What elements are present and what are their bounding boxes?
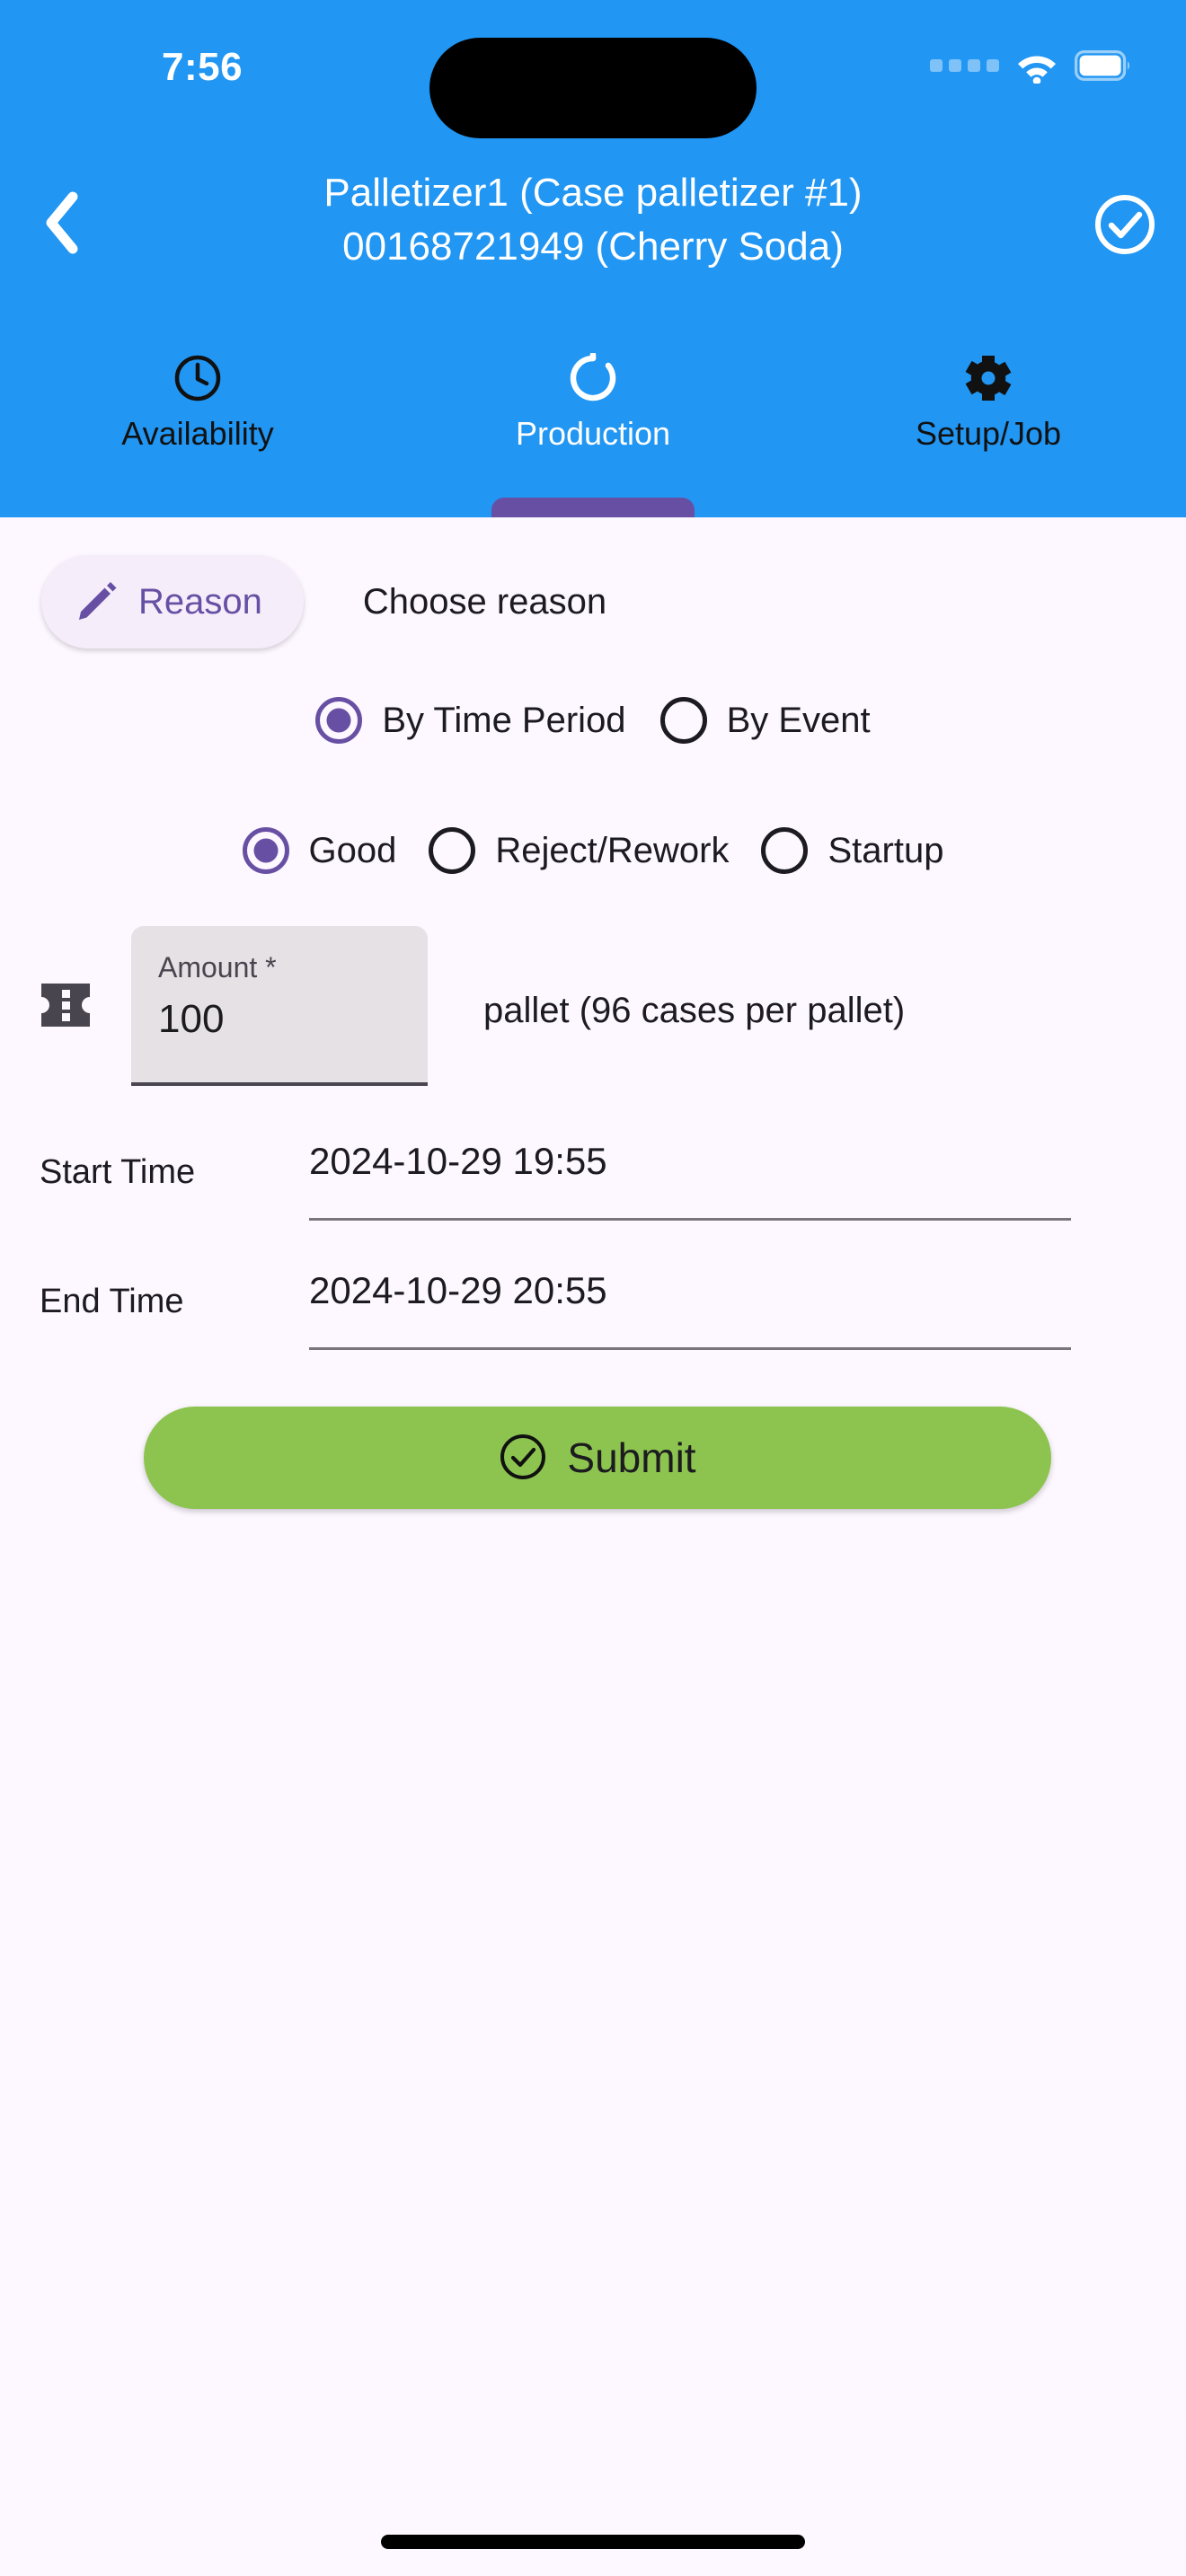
choose-reason-text: Choose reason <box>362 581 607 622</box>
radio-indicator <box>659 697 707 744</box>
status-bar-clock: 7:56 <box>162 45 243 89</box>
submit-button[interactable]: Submit <box>144 1407 1051 1509</box>
reason-row: Reason Choose reason <box>41 555 606 648</box>
radio-by-event[interactable]: By Event <box>659 697 871 744</box>
back-button[interactable] <box>27 189 95 257</box>
radio-label-reject-rework: Reject/Rework <box>495 830 730 870</box>
radio-label-startup: Startup <box>828 830 944 870</box>
battery-full-icon <box>1075 50 1129 81</box>
cellular-dots-icon <box>930 59 999 72</box>
reason-chip-label: Reason <box>138 581 262 622</box>
start-time-row: Start Time 2024-10-29 19:55 <box>0 1137 1186 1221</box>
refresh-loading-icon <box>568 352 618 404</box>
confirm-button[interactable] <box>1091 190 1159 259</box>
radio-good[interactable]: Good <box>242 827 397 874</box>
home-indicator <box>381 2535 805 2549</box>
pencil-icon <box>74 578 119 627</box>
radio-indicator <box>242 827 289 874</box>
radio-indicator <box>315 697 363 744</box>
radio-by-time-period[interactable]: By Time Period <box>315 697 626 744</box>
tab-label-setup-job: Setup/Job <box>915 415 1062 452</box>
status-bar-indicators <box>930 43 1132 88</box>
tab-label-production: Production <box>515 415 671 452</box>
tab-bar: Availability Production Setup/Job <box>0 341 1186 517</box>
end-time-value: 2024-10-29 20:55 <box>309 1269 607 1311</box>
radio-label-by-event: By Event <box>726 700 871 740</box>
end-time-field[interactable]: 2024-10-29 20:55 <box>309 1266 1071 1350</box>
radio-label-good: Good <box>308 830 397 870</box>
submit-button-label: Submit <box>567 1434 696 1481</box>
page-title-line-2: 00168721949 (Cherry Soda) <box>342 225 844 269</box>
tab-label-availability: Availability <box>121 415 274 452</box>
tab-availability[interactable]: Availability <box>0 341 395 517</box>
clock-icon <box>173 352 223 404</box>
amount-row: Amount * 100 pallet (96 cases per pallet… <box>0 926 1186 1086</box>
end-time-label: End Time <box>40 1283 184 1320</box>
amount-unit-text: pallet (96 cases per pallet) <box>483 991 906 1030</box>
period-radio-group: By Time Period By Event <box>0 697 1186 744</box>
check-circle-icon <box>499 1433 547 1484</box>
start-time-value: 2024-10-29 19:55 <box>309 1140 607 1182</box>
radio-label-by-time-period: By Time Period <box>382 700 626 740</box>
radio-startup[interactable]: Startup <box>761 827 943 874</box>
quality-radio-group: Good Reject/Rework Startup <box>0 827 1186 874</box>
end-time-row: End Time 2024-10-29 20:55 <box>0 1266 1186 1350</box>
amount-input[interactable]: Amount * 100 <box>131 926 428 1086</box>
reason-chip-button[interactable]: Reason <box>41 555 304 648</box>
active-tab-indicator <box>491 498 695 517</box>
chevron-left-icon <box>46 191 78 254</box>
tab-production[interactable]: Production <box>395 341 791 517</box>
tab-setup-job[interactable]: Setup/Job <box>791 341 1186 517</box>
radio-indicator <box>761 827 809 874</box>
page-title: Palletizer1 (Case palletizer #1) 0016872… <box>135 166 1051 274</box>
dynamic-island <box>429 38 757 138</box>
radio-indicator <box>429 827 476 874</box>
app-header: 7:56 Palletizer1 (Case palletizer #1) 00… <box>0 0 1186 517</box>
amount-input-value: 100 <box>158 997 225 1041</box>
amount-input-label: Amount * <box>158 951 277 984</box>
page-title-line-1: Palletizer1 (Case palletizer #1) <box>323 171 863 215</box>
wifi-icon <box>1018 56 1056 84</box>
gear-icon <box>963 352 1013 404</box>
radio-reject-rework[interactable]: Reject/Rework <box>429 827 729 874</box>
status-bar: 7:56 <box>0 0 1186 138</box>
check-circle-icon <box>1095 195 1155 254</box>
start-time-label: Start Time <box>40 1153 196 1191</box>
ticket-pallet-icon <box>33 980 98 1030</box>
app-screen: 7:56 Palletizer1 (Case palletizer #1) 00… <box>0 0 1186 2576</box>
start-time-field[interactable]: 2024-10-29 19:55 <box>309 1137 1071 1221</box>
